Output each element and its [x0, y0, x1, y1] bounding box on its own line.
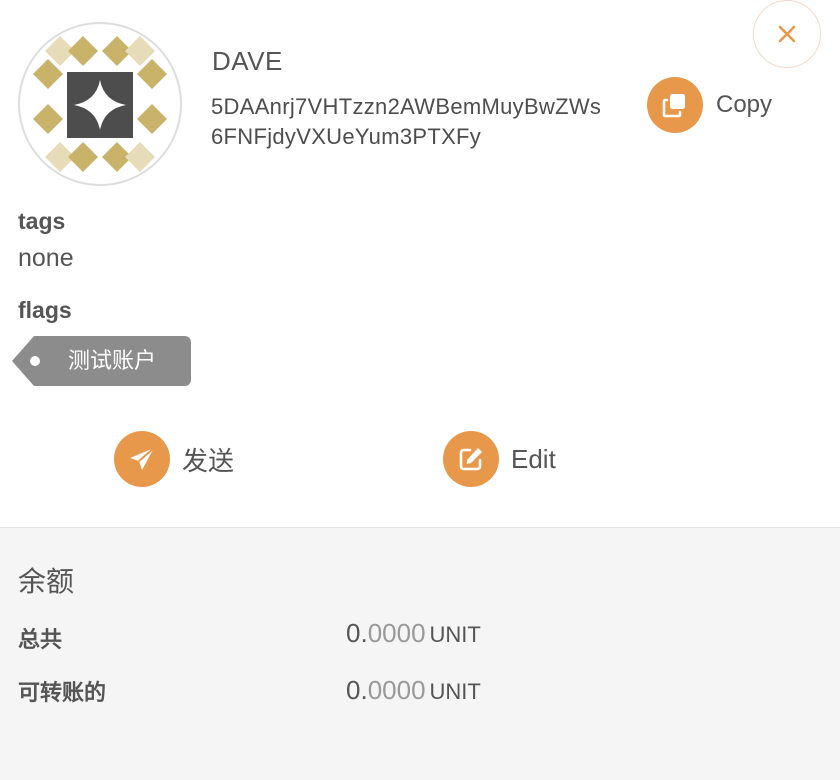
tags-value: none — [18, 244, 74, 272]
copy-icon — [647, 77, 703, 133]
account-address: 5DAAnrj7VHTzzn2AWBemMuyBwZWs6FNFjdyVXUeY… — [211, 94, 602, 149]
copy-button[interactable]: Copy — [647, 77, 772, 133]
close-button[interactable] — [753, 0, 821, 68]
edit-label: Edit — [511, 443, 556, 474]
close-icon — [778, 25, 796, 43]
balance-section: 余额 总共 0.0000 UNIT 可转账的 0.0000 UNIT — [0, 528, 840, 780]
balance-total-integer: 0. — [346, 618, 368, 648]
balance-total-label: 总共 — [18, 627, 63, 652]
send-button[interactable]: 发送 — [114, 431, 234, 487]
flags-label: flags — [18, 297, 72, 323]
identicon — [33, 36, 167, 172]
send-icon — [114, 431, 170, 487]
flag-tag-test-account: 测试账户 — [12, 336, 191, 386]
balance-total-decimals: 0000 — [367, 618, 426, 648]
account-avatar — [18, 22, 182, 186]
edit-button[interactable]: Edit — [443, 431, 556, 487]
edit-icon — [443, 431, 499, 487]
copy-label: Copy — [716, 91, 773, 118]
tags-label: tags — [18, 208, 66, 234]
balance-transferable-decimals: 0000 — [367, 675, 426, 705]
balance-transferable-integer: 0. — [346, 675, 368, 705]
flag-label: 测试账户 — [68, 348, 157, 373]
account-name: DAVE — [212, 46, 283, 76]
balance-transferable-unit: UNIT — [429, 679, 481, 704]
balance-total-unit: UNIT — [429, 622, 481, 647]
send-label: 发送 — [182, 445, 235, 476]
balance-title: 余额 — [18, 566, 75, 597]
balance-transferable-value: 0.0000 UNIT — [346, 675, 481, 706]
balance-transferable-label: 可转账的 — [18, 680, 107, 705]
balance-total-value: 0.0000 UNIT — [346, 618, 481, 649]
